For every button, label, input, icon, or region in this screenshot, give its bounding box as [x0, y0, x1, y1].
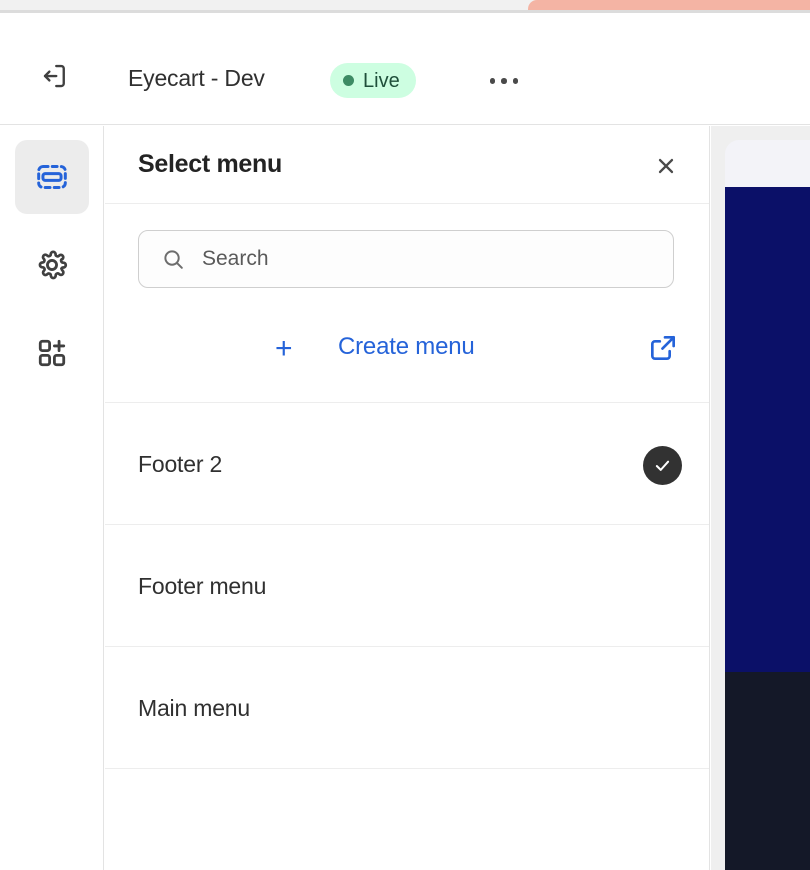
panel-header: Select menu [105, 126, 709, 204]
plus-icon: + [275, 332, 293, 365]
open-external-button[interactable] [647, 332, 681, 366]
gear-icon [38, 250, 68, 280]
exit-arrow-icon [43, 64, 65, 88]
search-input[interactable]: Search [138, 230, 674, 288]
preview-area [711, 126, 810, 870]
more-dot-3 [512, 78, 519, 84]
table-row[interactable] [105, 769, 709, 870]
selected-badge [643, 446, 682, 485]
table-row[interactable]: Footer 2 [105, 403, 709, 525]
status-badge[interactable]: Live [330, 63, 416, 98]
status-dot-icon [343, 75, 354, 86]
status-badge-label: Live [363, 69, 400, 92]
add-blocks-icon [38, 339, 66, 367]
table-row[interactable]: Main menu [105, 647, 709, 769]
sidebar-item-apps[interactable] [15, 316, 89, 390]
sidebar-item-sections[interactable] [15, 140, 89, 214]
sidebar-item-settings[interactable] [15, 228, 89, 302]
more-dot-2 [501, 78, 507, 84]
external-link-icon [651, 336, 675, 360]
preview-hero-band [725, 187, 810, 672]
close-icon [658, 158, 674, 174]
create-menu-label: Create menu [338, 333, 475, 360]
more-dot-1 [489, 78, 496, 84]
browser-tab[interactable] [528, 0, 810, 10]
panel-title: Select menu [138, 150, 282, 178]
search-icon [164, 249, 183, 269]
menu-name: Main menu [138, 695, 250, 721]
storefront-preview[interactable] [725, 140, 810, 870]
exit-button[interactable] [32, 53, 78, 99]
app-header: Eyecart - Dev Live [0, 13, 810, 125]
sections-icon [37, 165, 67, 189]
select-menu-panel: Select menu Search + Create menu Footer … [105, 126, 710, 870]
browser-top-strip [0, 0, 810, 13]
close-panel-button[interactable] [645, 145, 687, 187]
panel-search-area: Search [105, 204, 709, 304]
table-row[interactable]: Footer menu [105, 525, 709, 647]
shop-title: Eyecart - Dev [128, 65, 265, 91]
search-placeholder: Search [202, 247, 269, 270]
check-icon [655, 460, 670, 471]
menu-name: Footer menu [138, 573, 267, 599]
preview-footer-band [725, 672, 810, 870]
more-options-button[interactable] [484, 61, 524, 101]
menu-name: Footer 2 [138, 451, 223, 477]
create-menu-row[interactable]: + Create menu [105, 304, 709, 403]
icon-rail [0, 126, 104, 870]
